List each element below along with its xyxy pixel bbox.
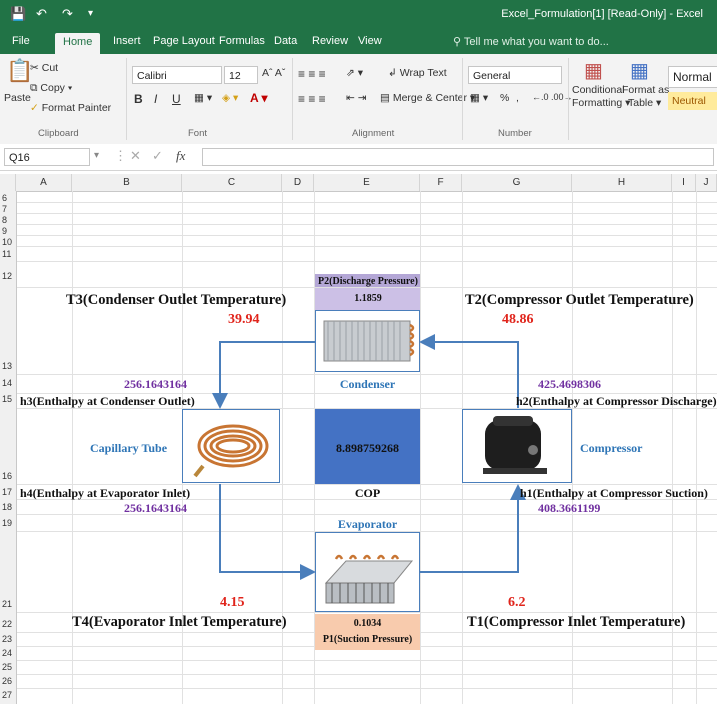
t3-value[interactable]: 39.94 [228,312,260,328]
t4-label[interactable]: T4(Evaporator Inlet Temperature) [72,614,287,631]
h1-label[interactable]: h1(Enthalpy at Compressor Suction) [520,486,708,501]
t1-label[interactable]: T1(Compressor Inlet Temperature) [467,614,685,631]
t3-label[interactable]: T3(Condenser Outlet Temperature) [66,292,286,309]
t1-value[interactable]: 6.2 [508,595,526,611]
h3-value[interactable]: 256.1643164 [124,377,187,392]
t4-value[interactable]: 4.15 [220,595,245,611]
condenser-image[interactable] [315,310,420,372]
p1-label[interactable]: P1(Suction Pressure) [315,634,420,645]
h4-label[interactable]: h4(Enthalpy at Evaporator Inlet) [20,486,190,501]
arrow-condenser-to-capillary [212,341,315,409]
capillary-tube-image[interactable] [182,409,280,483]
arrow-evaporator-to-compressor [420,484,526,573]
condenser-label[interactable]: Condenser [315,377,420,392]
arrow-capillary-to-evaporator [219,484,316,580]
evaporator-icon [324,554,414,604]
arrow-compressor-to-condenser [419,334,519,408]
compressor-image[interactable] [462,409,572,483]
t2-label[interactable]: T2(Compressor Outlet Temperature) [465,292,694,309]
compressor-label[interactable]: Compressor [580,441,642,456]
condenser-icon [323,320,415,362]
h2-value[interactable]: 425.4698306 [538,377,601,392]
p2-value[interactable]: 1.1859 [317,293,419,304]
cop-label[interactable]: COP [315,486,420,501]
h1-value[interactable]: 408.3661199 [538,501,600,516]
t2-value[interactable]: 48.86 [502,312,534,328]
p1-value[interactable]: 0.1034 [315,618,420,629]
h2-label[interactable]: h2(Enthalpy at Compressor Discharge) [516,394,717,409]
h4-value[interactable]: 256.1643164 [124,501,187,516]
compressor-icon [483,416,547,474]
evaporator-label[interactable]: Evaporator [315,517,420,532]
p2-label[interactable]: P2(Discharge Pressure) [317,276,419,287]
h3-label[interactable]: h3(Enthalpy at Condenser Outlet) [20,394,195,409]
evaporator-image[interactable] [315,532,420,612]
cop-value[interactable]: 8.898759268 [315,441,420,456]
capillary-tube-label[interactable]: Capillary Tube [90,441,167,456]
copper-coil-icon [193,424,269,478]
